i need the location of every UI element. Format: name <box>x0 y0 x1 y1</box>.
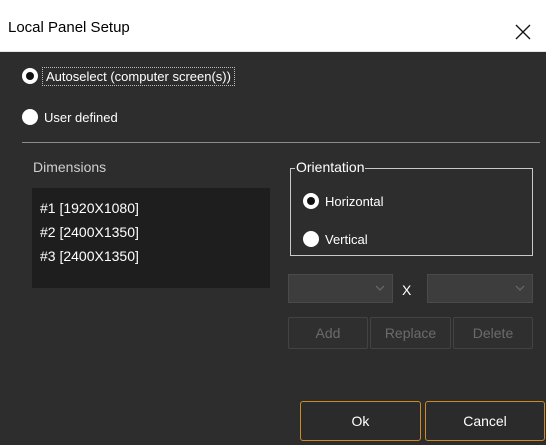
vertical-label: Vertical <box>325 231 368 247</box>
autoselect-label: Autoselect (computer screen(s)) <box>42 66 235 86</box>
width-select[interactable] <box>288 274 393 303</box>
height-select[interactable] <box>427 274 533 303</box>
separator <box>22 142 540 143</box>
dimensions-list[interactable]: #1 [1920X1080] #2 [2400X1350] #3 [2400X1… <box>32 188 270 288</box>
ok-button[interactable]: Ok <box>300 401 421 441</box>
radio-unchecked-icon <box>22 109 38 125</box>
chevron-down-icon <box>375 285 385 291</box>
autoselect-radio[interactable]: Autoselect (computer screen(s)) <box>22 66 235 86</box>
chevron-down-icon <box>515 285 525 291</box>
horizontal-radio[interactable]: Horizontal <box>303 193 384 209</box>
radio-unchecked-icon <box>303 231 319 247</box>
horizontal-label: Horizontal <box>325 193 384 209</box>
title-bar: Local Panel Setup <box>0 0 546 52</box>
size-separator: X <box>402 282 412 298</box>
list-item[interactable]: #3 [2400X1350] <box>32 244 270 268</box>
delete-button[interactable]: Delete <box>453 317 533 349</box>
vertical-radio[interactable]: Vertical <box>303 231 368 247</box>
user-defined-label: User defined <box>44 109 118 125</box>
radio-checked-icon <box>22 68 38 84</box>
close-icon <box>515 24 531 40</box>
local-panel-setup-dialog: Local Panel Setup Autoselect (computer s… <box>0 0 546 445</box>
radio-checked-icon <box>303 193 319 209</box>
replace-button[interactable]: Replace <box>370 317 451 349</box>
window-title: Local Panel Setup <box>8 19 130 36</box>
list-item[interactable]: #2 [2400X1350] <box>32 220 270 244</box>
list-item[interactable]: #1 [1920X1080] <box>32 196 270 220</box>
orientation-group: Orientation Horizontal Vertical <box>290 159 533 256</box>
close-button[interactable] <box>500 12 546 52</box>
user-defined-radio[interactable]: User defined <box>22 109 118 125</box>
dimensions-label: Dimensions <box>33 159 107 175</box>
dialog-content: Autoselect (computer screen(s)) User def… <box>0 52 546 445</box>
cancel-button[interactable]: Cancel <box>425 401 545 441</box>
orientation-label: Orientation <box>295 159 366 175</box>
add-button[interactable]: Add <box>288 317 368 349</box>
